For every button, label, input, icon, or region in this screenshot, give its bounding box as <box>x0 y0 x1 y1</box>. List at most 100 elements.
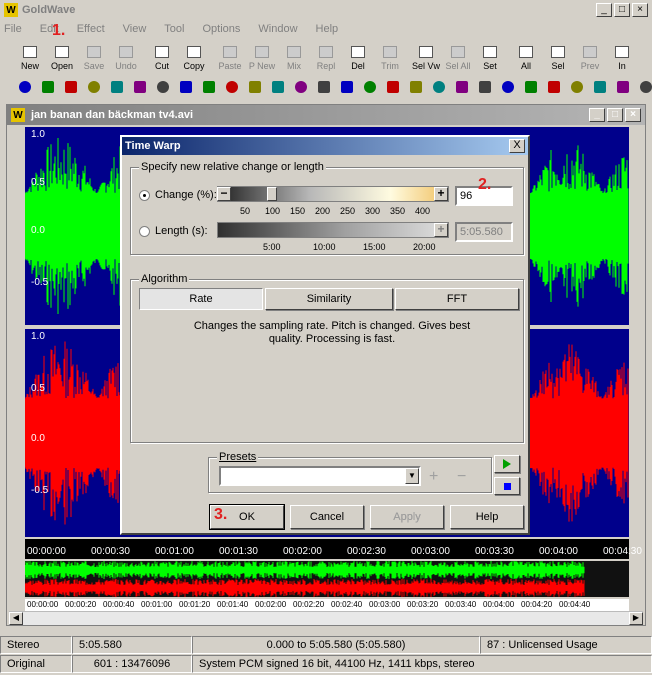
change-radio[interactable] <box>139 190 150 201</box>
effect-tool-icon[interactable] <box>83 76 105 98</box>
toolbar-button-set[interactable]: Set <box>474 40 506 72</box>
remove-preset-icon[interactable]: − <box>457 468 466 486</box>
menu-file[interactable]: File <box>4 23 22 35</box>
toolbar-button-new[interactable]: New <box>14 40 46 72</box>
overview-waveform[interactable] <box>24 561 629 597</box>
toolbar-button-sel-vw[interactable]: Sel Vw <box>410 40 442 72</box>
change-slider-thumb[interactable] <box>267 187 277 201</box>
effect-tool-icon[interactable] <box>290 76 312 98</box>
effect-tool-icon[interactable] <box>405 76 427 98</box>
scroll-left-arrow-icon[interactable]: ◀ <box>9 612 23 625</box>
toolbar-button-trim[interactable]: Trim <box>374 40 406 72</box>
toolbar-button-mix[interactable]: Mix <box>278 40 310 72</box>
cancel-button[interactable]: Cancel <box>290 505 364 529</box>
length-plus-button[interactable]: + <box>434 223 448 237</box>
toolbar-button-prev[interactable]: Prev <box>574 40 606 72</box>
effect-tool-icon[interactable] <box>520 76 542 98</box>
menu-view[interactable]: View <box>123 23 147 35</box>
menu-options[interactable]: Options <box>202 23 240 35</box>
zoom-all-icon <box>519 46 533 58</box>
effect-tool-icon[interactable] <box>336 76 358 98</box>
effect-tool-icon[interactable] <box>543 76 565 98</box>
effect-tool-icon[interactable] <box>313 76 335 98</box>
algorithm-description: Changes the sampling rate. Pitch is chan… <box>193 320 471 345</box>
slider-tick-label: 200 <box>315 206 331 216</box>
menu-window[interactable]: Window <box>258 23 297 35</box>
effect-tool-icon[interactable] <box>152 76 174 98</box>
algorithm-fft-button[interactable]: FFT <box>395 288 519 310</box>
toolbar-button-in[interactable]: In <box>606 40 638 72</box>
menu-effect[interactable]: Effect <box>77 23 105 35</box>
mix-icon <box>287 46 301 58</box>
toolbar-button-label: Copy <box>183 61 205 71</box>
effect-tool-icon[interactable] <box>175 76 197 98</box>
menu-help[interactable]: Help <box>316 23 339 35</box>
apply-button[interactable]: Apply <box>370 505 444 529</box>
toolbar-button-p-new[interactable]: P New <box>246 40 278 72</box>
horizontal-scrollbar[interactable]: ◀ ▶ <box>9 611 643 625</box>
toolbar-button-label: Undo <box>115 61 137 71</box>
preview-play-button[interactable] <box>494 455 520 473</box>
effect-tool-icon[interactable] <box>497 76 519 98</box>
algorithm-rate-button[interactable]: Rate <box>139 288 263 310</box>
effect-tool-icon[interactable] <box>221 76 243 98</box>
menu-tool[interactable]: Tool <box>164 23 184 35</box>
toolbar-button-repl[interactable]: Repl <box>310 40 342 72</box>
zoom-prev-icon <box>583 46 597 58</box>
scroll-right-arrow-icon[interactable]: ▶ <box>629 612 643 625</box>
presets-dropdown[interactable] <box>219 466 421 486</box>
effect-tool-icon[interactable] <box>129 76 151 98</box>
effect-tool-icon[interactable] <box>267 76 289 98</box>
app-titlebar: W GoldWave _ □ × <box>0 0 652 20</box>
effect-tool-icon[interactable] <box>635 76 652 98</box>
change-slider[interactable] <box>217 186 449 202</box>
toolbar-button-copy[interactable]: Copy <box>178 40 210 72</box>
effect-tool-icon[interactable] <box>106 76 128 98</box>
effect-tool-icon[interactable] <box>612 76 634 98</box>
doc-close-button[interactable]: × <box>625 108 641 122</box>
toolbar-button-sel-all[interactable]: Sel All <box>442 40 474 72</box>
change-plus-button[interactable]: + <box>434 187 448 201</box>
close-button[interactable]: × <box>632 3 648 17</box>
effect-tool-icon[interactable] <box>589 76 611 98</box>
maximize-button[interactable]: □ <box>614 3 630 17</box>
effect-tool-icon[interactable] <box>60 76 82 98</box>
toolbar-button-label: Sel <box>551 61 565 71</box>
dropdown-arrow-icon[interactable]: ▼ <box>405 468 419 484</box>
toolbar-button-save[interactable]: Save <box>78 40 110 72</box>
change-minus-button[interactable]: − <box>217 187 231 201</box>
algorithm-similarity-button[interactable]: Similarity <box>265 288 393 310</box>
add-preset-icon[interactable]: + <box>429 468 438 486</box>
zoom-in-icon <box>615 46 629 58</box>
toolbar-button-open[interactable]: Open <box>46 40 78 72</box>
cut-icon <box>155 46 169 58</box>
effect-tool-icon[interactable] <box>566 76 588 98</box>
doc-minimize-button[interactable]: _ <box>589 108 605 122</box>
toolbar-button-all[interactable]: All <box>510 40 542 72</box>
timeline-ruler[interactable]: 00:00:00 00:00:30 00:01:00 00:01:30 00:02:00… <box>25 539 642 559</box>
effect-tool-icon[interactable] <box>474 76 496 98</box>
preview-stop-button[interactable] <box>494 477 520 495</box>
effect-tool-icon[interactable] <box>382 76 404 98</box>
toolbar-button-paste[interactable]: Paste <box>214 40 246 72</box>
effect-tool-icon[interactable] <box>198 76 220 98</box>
dialog-close-button[interactable]: X <box>509 139 525 153</box>
toolbar-button-sel[interactable]: Sel <box>542 40 574 72</box>
minimize-button[interactable]: _ <box>596 3 612 17</box>
length-radio[interactable] <box>139 226 150 237</box>
effect-tool-icon[interactable] <box>451 76 473 98</box>
help-button[interactable]: Help <box>450 505 524 529</box>
effect-tool-icon[interactable] <box>428 76 450 98</box>
length-value-input[interactable]: 5:05.580 <box>455 222 513 242</box>
effect-tool-icon[interactable] <box>37 76 59 98</box>
doc-maximize-button[interactable]: □ <box>607 108 623 122</box>
length-slider[interactable] <box>217 222 449 238</box>
length-label: Length (s): <box>155 225 208 237</box>
effect-tool-icon[interactable] <box>244 76 266 98</box>
toolbar-button-del[interactable]: Del <box>342 40 374 72</box>
effect-tool-icon[interactable] <box>359 76 381 98</box>
effect-tool-icon[interactable] <box>14 76 36 98</box>
toolbar-button-undo[interactable]: Undo <box>110 40 142 72</box>
presets-label: Presets <box>217 451 259 463</box>
toolbar-button-cut[interactable]: Cut <box>146 40 178 72</box>
